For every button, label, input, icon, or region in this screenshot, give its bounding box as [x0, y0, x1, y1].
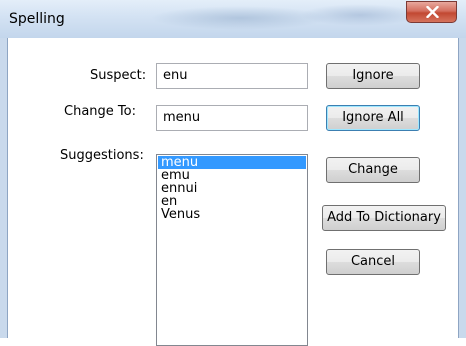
cancel-button[interactable]: Cancel [326, 249, 420, 275]
dialog-body: Suspect: enu Change To: menu Suggestions… [7, 38, 459, 346]
change-button[interactable]: Change [326, 157, 420, 183]
title-bar[interactable]: Spelling [0, 0, 466, 38]
suspect-field[interactable]: enu [156, 63, 308, 89]
suggestions-list[interactable]: menu emu ennui en Venus [156, 154, 308, 346]
add-to-dictionary-button[interactable]: Add To Dictionary [322, 205, 446, 231]
ignore-all-button[interactable]: Ignore All [326, 105, 420, 131]
close-icon [426, 6, 439, 18]
spelling-dialog: Spelling Suspect: enu Change To: menu Su… [0, 0, 466, 346]
title-bar-backdrop-2 [300, 4, 420, 26]
suspect-label: Suspect: [90, 68, 147, 83]
ignore-button[interactable]: Ignore [326, 63, 420, 89]
change-to-label: Change To: [64, 104, 136, 119]
suggestion-item[interactable]: ennui [158, 182, 306, 195]
change-to-field[interactable]: menu [156, 105, 308, 131]
suggestion-item[interactable]: Venus [158, 208, 306, 221]
close-button[interactable] [406, 1, 457, 23]
suggestions-label: Suggestions: [60, 148, 144, 163]
window-title: Spelling [9, 11, 65, 27]
